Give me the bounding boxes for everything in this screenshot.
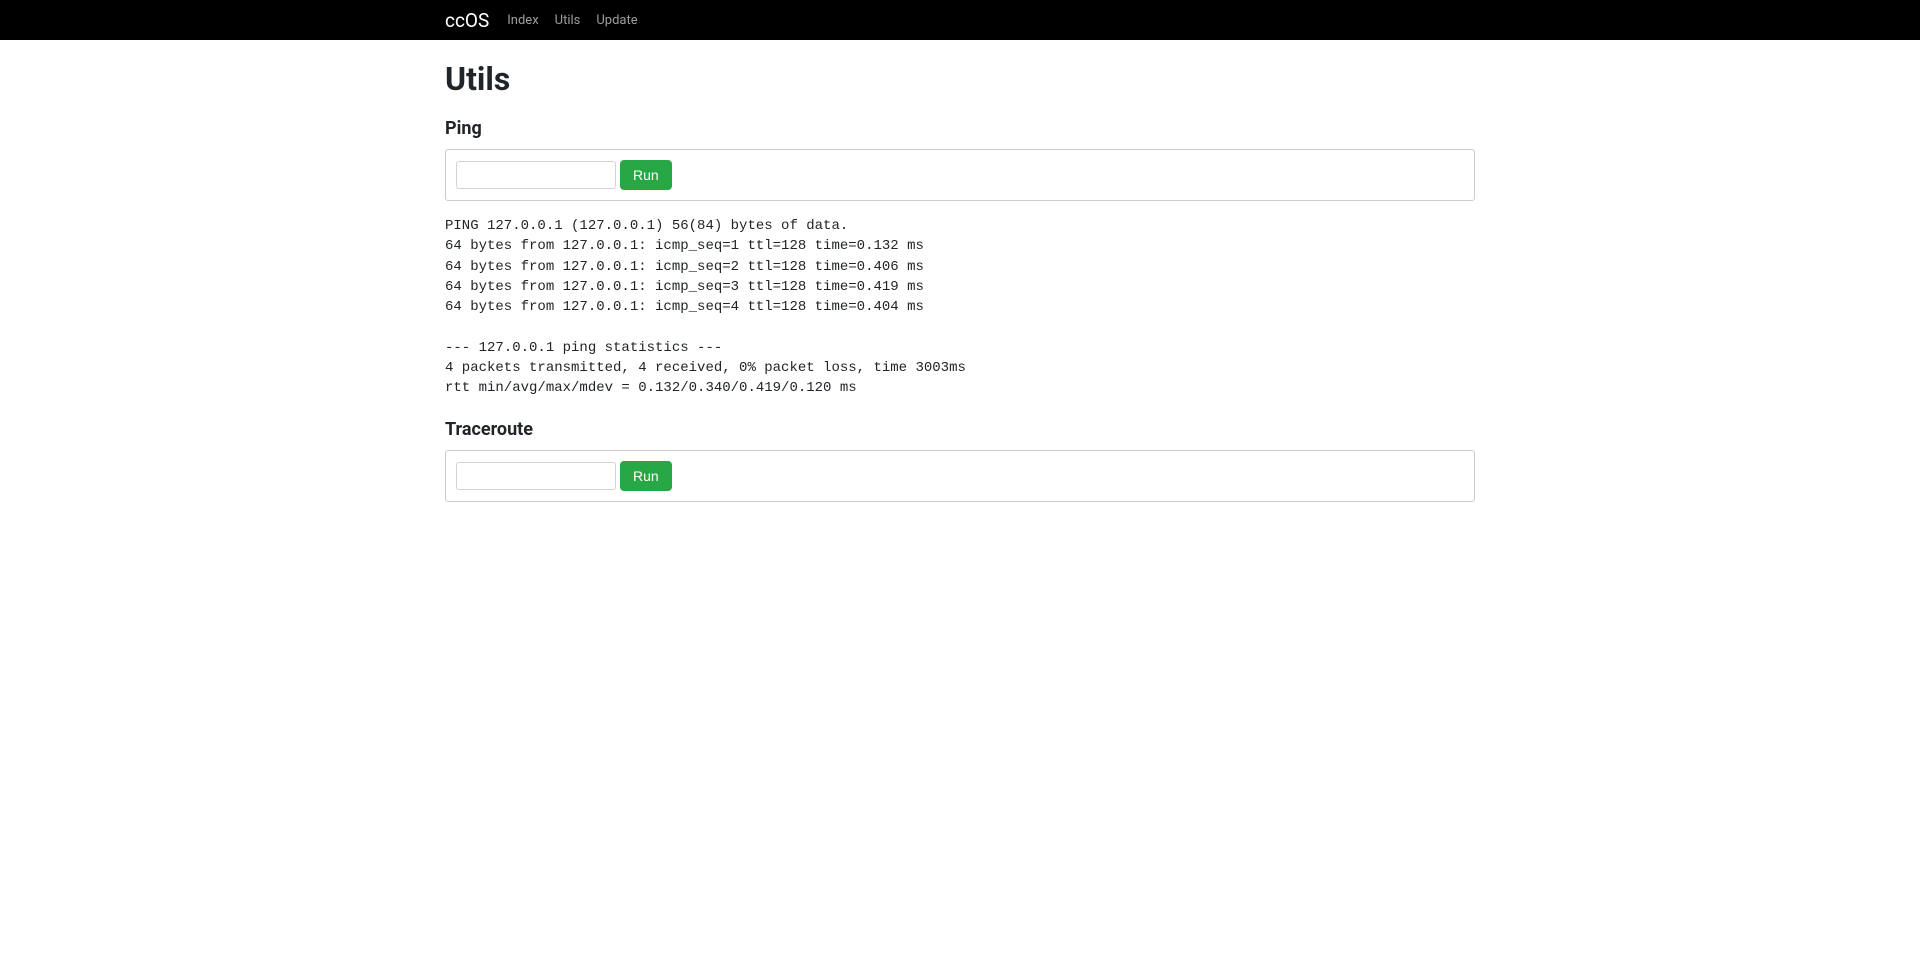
ping-input[interactable] <box>456 161 616 189</box>
traceroute-heading: Traceroute <box>445 419 1475 440</box>
ping-heading: Ping <box>445 118 1475 139</box>
ping-panel: Run <box>445 149 1475 201</box>
navbar-inner: ccOS Index Utils Update <box>445 9 1475 32</box>
traceroute-panel: Run <box>445 450 1475 502</box>
ping-run-button[interactable]: Run <box>620 160 672 190</box>
traceroute-run-button[interactable]: Run <box>620 461 672 491</box>
nav-link-index[interactable]: Index <box>507 13 538 28</box>
traceroute-input[interactable] <box>456 462 616 490</box>
navbar-nav: Index Utils Update <box>507 12 653 28</box>
main-container: Utils Ping Run PING 127.0.0.1 (127.0.0.1… <box>445 40 1475 502</box>
page-title: Utils <box>445 60 1475 98</box>
nav-link-update[interactable]: Update <box>596 13 637 28</box>
navbar-brand[interactable]: ccOS <box>445 9 489 32</box>
navbar: ccOS Index Utils Update <box>0 0 1920 40</box>
nav-link-utils[interactable]: Utils <box>555 13 581 28</box>
ping-output: PING 127.0.0.1 (127.0.0.1) 56(84) bytes … <box>445 216 1475 399</box>
